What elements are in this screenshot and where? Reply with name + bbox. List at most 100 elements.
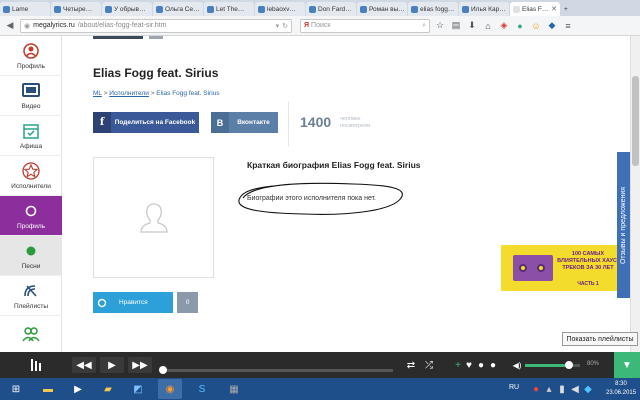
browser-tab-active[interactable]: Elias F… ✕ [510, 2, 560, 16]
start-button-icon[interactable]: ⊞ [4, 379, 28, 399]
bookmark-star-icon[interactable]: ☆ [434, 20, 446, 32]
cassette-icon [513, 255, 553, 281]
previous-track-icon[interactable]: ◀◀ [72, 357, 96, 373]
user-silhouette-icon [139, 202, 168, 233]
browser-tab[interactable]: Let The… [204, 2, 254, 16]
calculator-icon[interactable]: ▦ [222, 379, 246, 399]
calendar-icon [21, 122, 41, 140]
share-vk-button[interactable]: B Вконтакте [211, 112, 278, 133]
explorer-icon[interactable]: ▬ [36, 379, 60, 399]
extension-icon[interactable]: ● [514, 20, 526, 32]
volume-icon[interactable]: ◀) [508, 357, 526, 373]
like-button[interactable]: Нравится [93, 292, 173, 313]
tray-icon[interactable]: ● [530, 379, 542, 399]
repeat-icon[interactable]: ⇄ [402, 357, 420, 373]
sidebar-item-profile-active[interactable]: Профиль [0, 196, 62, 236]
volume-fill [525, 364, 569, 367]
circle-icon [21, 202, 41, 220]
new-tab-button[interactable]: + [561, 2, 577, 16]
back-icon[interactable]: ◀ [4, 20, 16, 32]
firefox-icon[interactable]: ◉ [158, 379, 182, 399]
reload-icon[interactable]: ↻ [282, 22, 288, 30]
app-icon[interactable]: ◩ [126, 379, 150, 399]
profile-icon [21, 42, 41, 60]
play-icon[interactable]: ▶ [100, 357, 124, 373]
feedback-tab[interactable]: Отзывы и предложения [617, 152, 630, 298]
breadcrumb-separator: > [103, 90, 108, 97]
browser-tab[interactable]: Роман вы… [357, 2, 407, 16]
sidebar-item-profile[interactable]: Профиль [0, 36, 62, 76]
browser-tab[interactable]: lebaoxv… [255, 2, 305, 16]
pocket-icon[interactable]: ◈ [498, 20, 510, 32]
tray-icon[interactable]: ▴ [543, 379, 555, 399]
equalizer-icon[interactable] [28, 357, 46, 373]
promo-banner[interactable]: 100 САМЫХ ВЛИЯТЕЛЬНЫХ ХАУС-ТРЕКОВ ЗА 30 … [501, 245, 622, 291]
browser-tab-strip: Lame Четыре… У обрыв… Ольга Се… Let The…… [0, 0, 640, 16]
breadcrumb-root[interactable]: ML [93, 90, 102, 97]
browser-tab[interactable]: У обрыв… [102, 2, 152, 16]
vk-icon: B [211, 112, 229, 133]
skype-icon[interactable]: S [190, 379, 214, 399]
bookmarks-icon[interactable]: ▤ [450, 20, 462, 32]
breadcrumb: ML > Исполнители > Elias Fogg feat. Siri… [93, 90, 220, 97]
shuffle-icon[interactable]: ⤮ [420, 357, 438, 373]
page-scrollbar[interactable] [630, 36, 640, 352]
address-bar[interactable]: ◉ megalyrics.ru/about/elias-fogg-feat-si… [20, 18, 292, 33]
browser-tab[interactable]: Илья Кар… [459, 2, 509, 16]
like-count: 0 [177, 292, 198, 313]
smile-icon[interactable]: ☺ [530, 20, 542, 32]
sidebar-item-people[interactable] [0, 316, 62, 352]
dropdown-icon[interactable]: ▾ [276, 22, 280, 30]
share-icon[interactable]: ● [484, 357, 502, 373]
volume-tray-icon[interactable]: ◀ [569, 379, 581, 399]
sidebar-item-afisha[interactable]: Афиша [0, 116, 62, 156]
scrollbar-thumb[interactable] [632, 76, 639, 166]
progress-knob[interactable] [159, 366, 167, 374]
top-tab-button[interactable] [93, 36, 143, 39]
keyboard-language[interactable]: RU [509, 384, 519, 391]
extension-icon[interactable]: ◆ [546, 20, 558, 32]
download-icon[interactable]: ⬇ [466, 20, 478, 32]
banner-headline: 100 САМЫХ ВЛИЯТЕЛЬНЫХ ХАУС-ТРЕКОВ ЗА 30 … [557, 251, 619, 271]
page-content: Профиль Видео Афиша Исполнители Профиль [0, 36, 630, 352]
view-count: 1400 [300, 114, 332, 130]
share-vk-label: Вконтакте [237, 119, 270, 126]
sidebar-item-songs[interactable]: Песни [0, 236, 62, 276]
feedback-label: Отзывы и предложения [620, 186, 628, 264]
network-icon[interactable]: ▮ [556, 379, 568, 399]
search-engine-icon: Я [304, 22, 310, 29]
browser-tab[interactable]: Четыре… [51, 2, 101, 16]
folder-icon[interactable]: ▰ [96, 379, 120, 399]
next-track-icon[interactable]: ▶▶ [128, 357, 152, 373]
sidebar-item-artists[interactable]: Исполнители [0, 156, 62, 196]
breadcrumb-current: Elias Fogg feat. Sirius [156, 90, 220, 97]
browser-toolbar: ◀ ◉ megalyrics.ru/about/elias-fogg-feat-… [0, 16, 640, 36]
browser-tab[interactable]: Don Fard… [306, 2, 356, 16]
media-player-icon[interactable]: ▶ [66, 379, 90, 399]
search-icon[interactable]: ⌕ [422, 22, 426, 30]
show-playlists-button[interactable]: ▼ [614, 352, 640, 378]
sidebar-item-playlists[interactable]: Плейлисты [0, 276, 62, 316]
system-clock[interactable]: 8:30 23.06.2015 [606, 380, 636, 398]
browser-tab[interactable]: Ольга Се… [153, 2, 203, 16]
tray-icon[interactable]: ◆ [582, 379, 594, 399]
top-tab-button[interactable] [149, 36, 163, 39]
bio-title: Краткая биография Elias Fogg feat. Siriu… [247, 160, 421, 170]
artist-photo-placeholder [93, 157, 214, 278]
volume-knob[interactable] [565, 361, 573, 369]
view-count-caption: человек посмотрели [340, 116, 371, 129]
menu-icon[interactable]: ≡ [562, 20, 574, 32]
left-sidebar: Профиль Видео Афиша Исполнители Профиль [0, 36, 62, 352]
browser-tab[interactable]: elias fogg… [408, 2, 458, 16]
bio-text: Биографии этого исполнителя пока нет. [247, 195, 376, 202]
breadcrumb-artists[interactable]: Исполнители [109, 90, 149, 97]
close-tab-icon[interactable]: ✕ [551, 5, 557, 13]
share-facebook-button[interactable]: f Поделиться на Facebook [93, 112, 199, 133]
tv-icon [21, 82, 41, 100]
page-title: Elias Fogg feat. Sirius [93, 66, 219, 80]
search-input[interactable]: Я Поиск ⌕ [300, 18, 430, 33]
home-icon[interactable]: ⌂ [482, 20, 494, 32]
progress-track[interactable] [163, 369, 393, 372]
browser-tab[interactable]: Lame [0, 2, 50, 16]
sidebar-item-video[interactable]: Видео [0, 76, 62, 116]
